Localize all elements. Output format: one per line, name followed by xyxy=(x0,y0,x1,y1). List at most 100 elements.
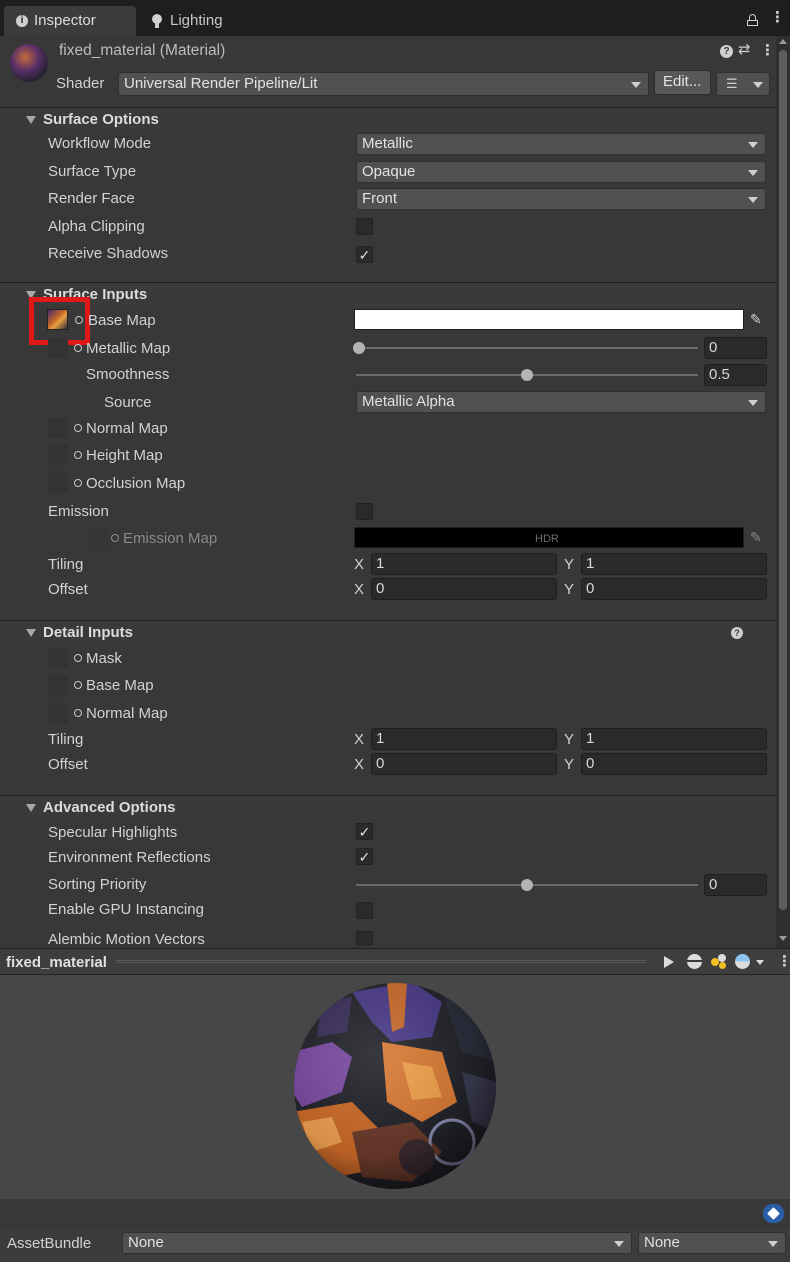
source-dropdown[interactable]: Metallic Alpha xyxy=(356,391,766,413)
detail-tiling-y-field[interactable]: 1 xyxy=(581,728,767,750)
tiling-y-label: Y xyxy=(564,556,575,573)
help-icon[interactable]: ? xyxy=(720,45,733,58)
metallic-slider-track[interactable] xyxy=(358,347,698,349)
offset-x-field[interactable]: 0 xyxy=(371,578,557,600)
help-icon[interactable]: ? xyxy=(731,627,743,639)
detail-normal-map-label: Normal Map xyxy=(86,705,168,722)
smoothness-slider-knob[interactable] xyxy=(521,369,533,381)
detail-tiling-x-label: X xyxy=(354,731,365,748)
emission-eyedropper-icon[interactable]: ✎ xyxy=(750,528,762,546)
shader-value: Universal Render Pipeline/Lit xyxy=(124,75,318,92)
detail-tiling-x-value: 1 xyxy=(376,730,385,747)
asset-label-icon[interactable] xyxy=(763,1204,784,1223)
info-icon: i xyxy=(16,15,28,27)
chevron-down-icon[interactable] xyxy=(756,960,764,965)
specular-highlights-checkbox[interactable]: ✓ xyxy=(356,823,373,840)
sorting-priority-slider-knob[interactable] xyxy=(521,879,533,891)
preset-icon[interactable]: ⇄ xyxy=(738,41,751,59)
scroll-thumb[interactable] xyxy=(779,50,787,910)
tiling-y-field[interactable]: 1 xyxy=(581,553,767,575)
tab-inspector-label: Inspector xyxy=(34,12,96,29)
lights-icon[interactable] xyxy=(711,954,727,970)
scrollbar[interactable] xyxy=(776,36,790,948)
mask-texture-slot[interactable] xyxy=(48,648,68,668)
play-icon[interactable] xyxy=(664,956,674,968)
metallic-map-texture-slot[interactable] xyxy=(48,338,68,358)
link-icon xyxy=(111,534,119,542)
detail-offset-y-field[interactable]: 0 xyxy=(581,753,767,775)
surface-inputs-header[interactable]: Surface Inputs xyxy=(0,282,776,306)
lock-icon[interactable] xyxy=(747,14,758,26)
advanced-options-title: Advanced Options xyxy=(43,799,176,816)
tiling-y-value: 1 xyxy=(586,555,595,572)
normal-map-label: Normal Map xyxy=(86,420,168,437)
preview-title: fixed_material xyxy=(6,954,107,971)
surface-type-value: Opaque xyxy=(362,163,416,180)
emission-checkbox[interactable] xyxy=(356,503,373,520)
material-title: fixed_material (Material) xyxy=(59,42,226,59)
header-kebab-icon[interactable]: ⋮ xyxy=(760,42,775,60)
surface-options-header[interactable]: Surface Options xyxy=(0,107,776,131)
tiling-x-label: X xyxy=(354,556,365,573)
workflow-mode-dropdown[interactable]: Metallic xyxy=(356,133,766,155)
detail-tiling-x-field[interactable]: 1 xyxy=(371,728,557,750)
tiling-x-field[interactable]: 1 xyxy=(371,553,557,575)
sorting-priority-value-field[interactable]: 0 xyxy=(704,874,767,896)
mask-label: Mask xyxy=(86,650,122,667)
asset-bundle-label: AssetBundle xyxy=(7,1235,92,1252)
scroll-down-arrow[interactable] xyxy=(779,936,787,941)
receive-shadows-checkbox[interactable]: ✓ xyxy=(356,246,373,263)
offset-y-field[interactable]: 0 xyxy=(581,578,767,600)
preview-kebab-icon[interactable]: ⋮ xyxy=(777,953,790,971)
emission-map-label: Emission Map xyxy=(123,530,218,547)
sorting-priority-value: 0 xyxy=(709,876,718,893)
tab-lighting[interactable]: Lighting xyxy=(142,6,262,36)
preview-background-icon[interactable] xyxy=(735,954,750,969)
metallic-value-field[interactable]: 0 xyxy=(704,337,767,359)
emission-map-texture-slot[interactable] xyxy=(87,529,107,549)
tab-inspector[interactable]: i Inspector xyxy=(4,6,136,36)
chevron-down-icon xyxy=(748,170,758,176)
asset-bundle-variant-value: None xyxy=(644,1234,680,1251)
advanced-options-header[interactable]: Advanced Options xyxy=(0,795,776,819)
detail-inputs-header[interactable]: Detail Inputs ? xyxy=(0,620,776,644)
occlusion-map-texture-slot[interactable] xyxy=(48,473,68,493)
hdr-label: HDR xyxy=(535,533,559,545)
workflow-mode-label: Workflow Mode xyxy=(48,135,152,152)
surface-type-dropdown[interactable]: Opaque xyxy=(356,161,766,183)
preview-header: fixed_material ⋮ xyxy=(0,948,790,975)
render-face-dropdown[interactable]: Front xyxy=(356,188,766,210)
edit-shader-button[interactable]: Edit... xyxy=(654,70,711,95)
smoothness-value-field[interactable]: 0.5 xyxy=(704,364,767,386)
asset-bundle-variant-dropdown[interactable]: None xyxy=(638,1232,786,1254)
scroll-up-arrow[interactable] xyxy=(779,39,787,44)
detail-tiling-y-label: Y xyxy=(564,731,575,748)
alpha-clipping-checkbox[interactable] xyxy=(356,218,373,235)
detail-offset-x-field[interactable]: 0 xyxy=(371,753,557,775)
shader-options-button[interactable]: ☰ xyxy=(716,72,770,96)
metallic-slider-knob[interactable] xyxy=(353,342,365,354)
emission-color-field[interactable]: HDR xyxy=(354,527,744,548)
link-icon xyxy=(75,316,83,324)
preview-mesh-sphere-icon[interactable] xyxy=(687,954,702,969)
kebab-menu-icon[interactable]: ⋮ xyxy=(770,9,785,27)
gpu-instancing-checkbox[interactable] xyxy=(356,902,373,919)
detail-normal-map-texture-slot[interactable] xyxy=(48,703,68,723)
detail-tiling-y-value: 1 xyxy=(586,730,595,747)
detail-base-map-texture-slot[interactable] xyxy=(48,675,68,695)
shader-dropdown[interactable]: Universal Render Pipeline/Lit xyxy=(118,72,649,96)
occlusion-map-label: Occlusion Map xyxy=(86,475,186,492)
sorting-priority-label: Sorting Priority xyxy=(48,876,147,893)
preview-resize-handle[interactable] xyxy=(116,960,646,963)
metallic-map-label: Metallic Map xyxy=(86,340,171,357)
height-map-texture-slot[interactable] xyxy=(48,445,68,465)
normal-map-texture-slot[interactable] xyxy=(48,418,68,438)
workflow-mode-value: Metallic xyxy=(362,135,413,152)
surface-type-label: Surface Type xyxy=(48,163,137,180)
asset-bundle-name-dropdown[interactable]: None xyxy=(122,1232,632,1254)
environment-reflections-checkbox[interactable]: ✓ xyxy=(356,848,373,865)
alembic-motion-vectors-checkbox[interactable] xyxy=(356,931,373,946)
link-icon xyxy=(74,424,82,432)
base-map-color-field[interactable] xyxy=(354,309,744,330)
eyedropper-icon[interactable]: ✎ xyxy=(750,310,762,328)
